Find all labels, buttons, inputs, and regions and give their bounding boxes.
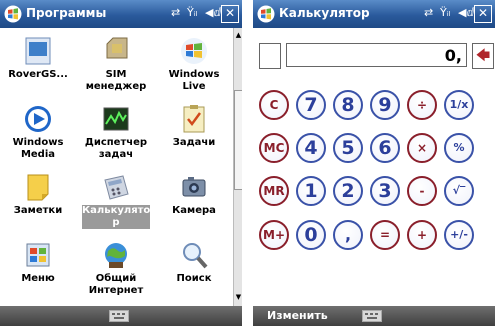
calc-key[interactable]: 3: [370, 176, 400, 206]
keyboard-icon[interactable]: [109, 310, 129, 322]
calc-key[interactable]: 7: [296, 90, 326, 120]
window-title: Калькулятор: [279, 6, 370, 20]
calc-key[interactable]: MR: [259, 176, 289, 206]
calc-key[interactable]: 6: [370, 133, 400, 163]
connectivity-icon[interactable]: ⇄: [171, 6, 180, 19]
programs-screen: Программы ⇄ Ÿᵢₗ ◀ⅆ ✕ RoverGS... SIM мене…: [0, 0, 242, 326]
program-label: Общий Интернет: [88, 273, 144, 296]
calc-key[interactable]: C: [259, 90, 289, 120]
search-icon: [183, 243, 208, 269]
calc-key[interactable]: M+: [259, 220, 289, 250]
windows-start-icon[interactable]: [257, 5, 275, 23]
volume-icon[interactable]: ◀ⅆ: [458, 6, 474, 19]
memory-indicator: [259, 43, 281, 69]
program-item[interactable]: Камера: [156, 168, 232, 238]
volume-icon[interactable]: ◀ⅆ: [205, 6, 221, 19]
program-label: SIM менеджер: [85, 69, 147, 92]
calc-key[interactable]: +/-: [444, 220, 474, 250]
program-item[interactable]: RoverGS...: [0, 32, 76, 102]
internet-sharing-icon: [105, 243, 127, 268]
backspace-button[interactable]: 🡄: [472, 43, 494, 69]
calc-key[interactable]: 2: [333, 176, 363, 206]
sim-card-icon: [106, 37, 128, 59]
edit-softkey[interactable]: Изменить: [267, 309, 328, 322]
calc-key[interactable]: +: [407, 220, 437, 250]
program-label: Windows Media: [12, 137, 64, 160]
program-label: Меню: [21, 273, 55, 284]
vertical-scrollbar[interactable]: ▲ ▼: [233, 28, 242, 306]
program-item[interactable]: Меню: [0, 236, 76, 306]
program-label: RoverGS...: [8, 69, 68, 80]
tasks-icon: [183, 105, 205, 133]
calc-key[interactable]: %: [444, 133, 474, 163]
program-item[interactable]: Задачи: [156, 100, 232, 170]
calc-key[interactable]: 9: [370, 90, 400, 120]
soft-key-bar: Изменить: [253, 306, 495, 326]
program-item[interactable]: Диспетчер задач: [78, 100, 154, 170]
keyboard-icon[interactable]: [362, 310, 382, 322]
calc-key[interactable]: √‾: [444, 176, 474, 206]
divider: [242, 0, 253, 326]
calc-key[interactable]: ÷: [407, 90, 437, 120]
rovergs-icon: [25, 37, 51, 65]
program-item[interactable]: Поиск: [156, 236, 232, 306]
calc-key[interactable]: 8: [333, 90, 363, 120]
program-item-selected[interactable]: Калькулято р: [78, 168, 154, 238]
windows-live-icon: [181, 38, 207, 64]
calc-key[interactable]: 1/x: [444, 90, 474, 120]
title-bar: Калькулятор ⇄ Ÿᵢₗ ◀ⅆ ✕: [253, 0, 495, 28]
program-label: Калькулято р: [82, 205, 151, 229]
calc-key[interactable]: 5: [333, 133, 363, 163]
calc-key[interactable]: ×: [407, 133, 437, 163]
program-item[interactable]: Windows Live: [156, 32, 232, 102]
program-label: Задачи: [172, 137, 216, 148]
calc-key[interactable]: 1: [296, 176, 326, 206]
windows-start-icon[interactable]: [4, 5, 22, 23]
program-label: Диспетчер задач: [84, 137, 148, 160]
calc-key[interactable]: 0: [296, 220, 326, 250]
calculator-icon: [104, 175, 129, 200]
calc-key[interactable]: MC: [259, 133, 289, 163]
scroll-down-icon[interactable]: ▼: [234, 292, 242, 302]
program-item[interactable]: Windows Media: [0, 100, 76, 170]
soft-key-bar: [0, 306, 242, 326]
program-item[interactable]: SIM менеджер: [78, 32, 154, 102]
notes-icon: [27, 174, 49, 201]
task-manager-icon: [103, 107, 129, 131]
window-title: Программы: [26, 6, 107, 20]
calc-key[interactable]: ,: [333, 220, 363, 250]
program-label: Поиск: [176, 273, 212, 284]
connectivity-icon[interactable]: ⇄: [424, 6, 433, 19]
program-label: Заметки: [13, 205, 63, 216]
scroll-thumb[interactable]: [234, 90, 242, 190]
close-button[interactable]: ✕: [474, 5, 492, 23]
calculator-screen: Калькулятор ⇄ Ÿᵢₗ ◀ⅆ ✕ 0, 🡄 C 7 8 9 ÷ 1/x MC 4 5…: [253, 0, 495, 326]
program-grid: RoverGS... SIM менеджер Windows Live Win…: [0, 28, 232, 306]
program-label: Windows Live: [168, 69, 220, 92]
program-item[interactable]: Общий Интернет: [78, 236, 154, 306]
close-button[interactable]: ✕: [221, 5, 239, 23]
windows-media-icon: [25, 106, 51, 132]
calc-key[interactable]: =: [370, 220, 400, 250]
title-bar: Программы ⇄ Ÿᵢₗ ◀ⅆ ✕: [0, 0, 242, 28]
calc-key[interactable]: -: [407, 176, 437, 206]
program-label: Камера: [172, 205, 216, 216]
program-item[interactable]: Заметки: [0, 168, 76, 238]
calc-key[interactable]: 4: [296, 133, 326, 163]
menu-icon: [26, 243, 50, 267]
calculator-display: 0,: [286, 43, 467, 67]
camera-icon: [182, 177, 206, 197]
signal-strength-icon[interactable]: Ÿᵢₗ: [440, 6, 451, 19]
signal-strength-icon[interactable]: Ÿᵢₗ: [187, 6, 198, 19]
calculator-body: 0, 🡄 C 7 8 9 ÷ 1/x MC 4 5 6 ×% MR 1 2 3- √‾ M+ 0, = + +/-: [253, 28, 495, 306]
scroll-up-icon[interactable]: ▲: [234, 30, 242, 40]
